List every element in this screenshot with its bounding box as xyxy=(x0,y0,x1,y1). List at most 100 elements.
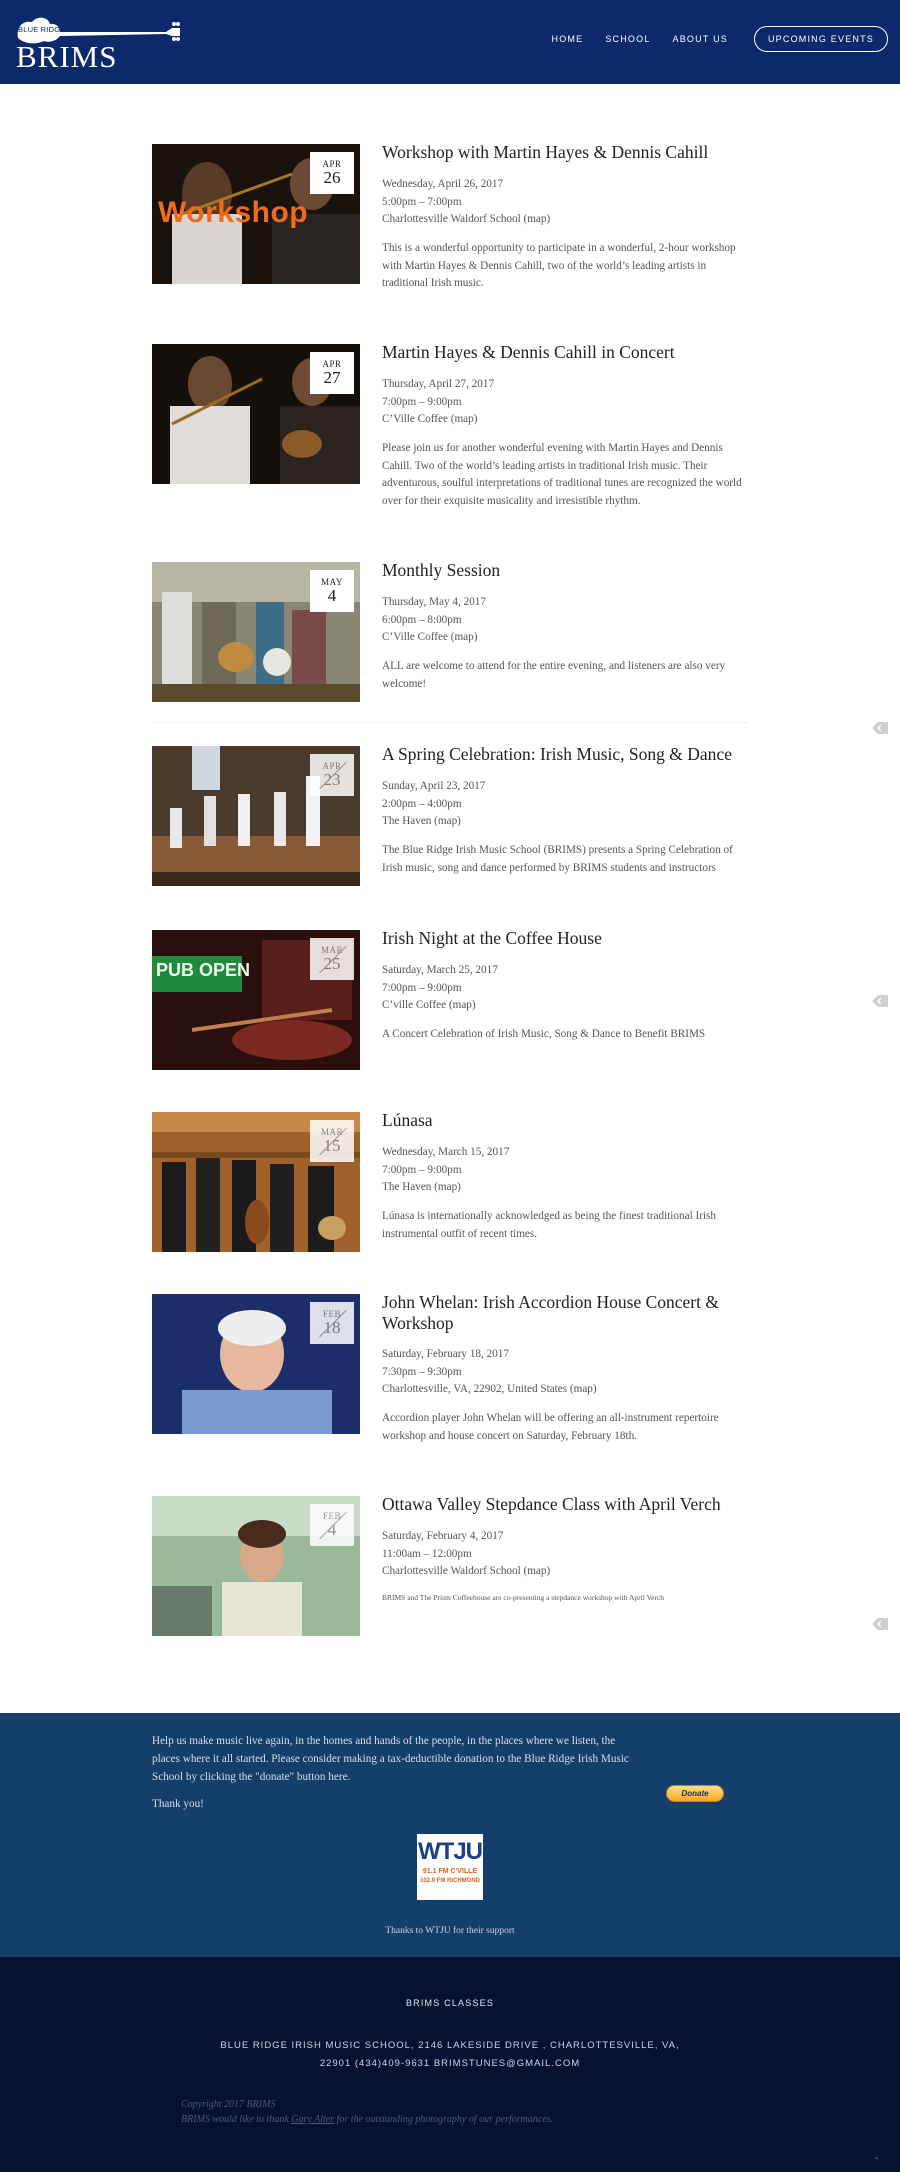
event-day: 15 xyxy=(323,1136,341,1155)
wtju-thanks: Thanks to WTJU for their support xyxy=(385,1926,515,1936)
nav-school[interactable]: SCHOOL xyxy=(605,34,650,44)
event-image[interactable]: APR 27 xyxy=(152,344,360,484)
event-venue[interactable]: C’Ville Coffee (map) xyxy=(382,411,742,429)
event-venue[interactable]: Charlottesville, VA, 22902, United State… xyxy=(382,1381,742,1399)
event-date-badge: APR 23 xyxy=(310,754,354,796)
event-date: Wednesday, March 15, 2017 xyxy=(382,1146,510,1158)
event-image[interactable]: MAY 4 xyxy=(152,562,360,702)
event-venue[interactable]: C’Ville Coffee (map) xyxy=(382,629,742,647)
event-description: This is a wonderful opportunity to parti… xyxy=(382,242,736,289)
event-time: 11:00am – 12:00pm xyxy=(382,1547,472,1560)
credit-prefix: BRIMS would like to thank xyxy=(181,2114,292,2125)
event-day: 26 xyxy=(323,168,341,187)
event-image[interactable]: Workshop APR 26 xyxy=(152,144,360,284)
divider xyxy=(152,722,748,723)
event-date-badge: FEB 4 xyxy=(310,1504,354,1546)
event-title[interactable]: Ottawa Valley Stepdance Class with April… xyxy=(382,1494,742,1515)
event-day: 23 xyxy=(323,770,341,789)
event-venue[interactable]: The Haven (map) xyxy=(382,813,742,831)
event-date: Wednesday, April 26, 2017 xyxy=(382,178,504,190)
event-description: A Concert Celebration of Irish Music, So… xyxy=(382,1028,706,1040)
credit-suffix: for the outstanding photography of our p… xyxy=(334,2114,554,2125)
workshop-overlay: Workshop xyxy=(158,196,309,229)
event-title[interactable]: John Whelan: Irish Accordion House Conce… xyxy=(382,1292,742,1334)
event-image[interactable]: MAR 15 xyxy=(152,1112,360,1252)
event-venue[interactable]: The Haven (map) xyxy=(382,1179,742,1197)
event-day: 4 xyxy=(327,1520,337,1539)
event-time: 7:00pm – 9:00pm xyxy=(382,981,462,994)
event-title[interactable]: Lúnasa xyxy=(382,1110,742,1131)
photo-credit: BRIMS would like to thank Gary Alter for… xyxy=(181,2112,553,2127)
event-time: 7:00pm – 9:00pm xyxy=(382,1163,462,1176)
event-day: 25 xyxy=(323,954,341,973)
event-meta: Saturday, March 25, 2017 7:00pm – 9:00pm… xyxy=(382,962,742,1015)
event-date-badge: APR 27 xyxy=(310,352,354,394)
event-day: 27 xyxy=(323,368,341,387)
event-title[interactable]: Workshop with Martin Hayes & Dennis Cahi… xyxy=(382,142,742,163)
event-title[interactable]: Irish Night at the Coffee House xyxy=(382,928,742,949)
event-title[interactable]: Monthly Session xyxy=(382,560,742,581)
site-header: BLUE RIDGE IRISH MUSIC SCHOOL BRIMS HOME… xyxy=(0,0,900,84)
event-venue[interactable]: Charlottesville Waldorf School (map) xyxy=(382,211,742,229)
event-image[interactable]: PUB OPEN MAR 25 xyxy=(152,930,360,1070)
event-date-badge: MAR 25 xyxy=(310,938,354,980)
event-date: Saturday, March 25, 2017 xyxy=(382,964,498,976)
event-meta: Wednesday, April 26, 2017 5:00pm – 7:00p… xyxy=(382,176,742,229)
donate-thanks: Thank you! xyxy=(152,1798,204,1810)
photographer-link[interactable]: Gary Alter xyxy=(291,2114,334,2125)
event-date-badge: MAR 15 xyxy=(310,1120,354,1162)
copyright-text: Copyright 2017 BRIMS xyxy=(181,2099,276,2110)
logo-subtitle: BLUE RIDGE IRISH MUSIC SCHOOL xyxy=(18,25,152,34)
event-meta: Thursday, May 4, 2017 6:00pm – 8:00pm C’… xyxy=(382,594,742,647)
brims-logo[interactable]: BLUE RIDGE IRISH MUSIC SCHOOL BRIMS xyxy=(16,14,180,72)
wtju-freq-2: 102.9 FM RICHMOND xyxy=(419,1878,480,1884)
event-date: Sunday, April 23, 2017 xyxy=(382,780,486,792)
event-date: Saturday, February 4, 2017 xyxy=(382,1530,504,1542)
footer-copyright: Copyright 2017 BRIMS BRIMS would like to… xyxy=(181,2097,553,2127)
event-description: BRIMS and The Prism Coffeehouse are co-p… xyxy=(382,1593,665,1602)
event-time: 5:00pm – 7:00pm xyxy=(382,195,462,208)
event-meta: Saturday, February 4, 2017 11:00am – 12:… xyxy=(382,1528,742,1581)
event-date: Saturday, February 18, 2017 xyxy=(382,1348,509,1360)
side-arrow-icon[interactable] xyxy=(872,722,888,734)
donate-button[interactable]: Donate xyxy=(666,1785,724,1802)
main-nav: HOME SCHOOL ABOUT US UPCOMING EVENTS xyxy=(552,26,888,52)
event-description: The Blue Ridge Irish Music School (BRIMS… xyxy=(382,844,733,874)
event-date: Thursday, May 4, 2017 xyxy=(382,596,486,608)
event-meta: Sunday, April 23, 2017 2:00pm – 4:00pm T… xyxy=(382,778,742,831)
logo-wordmark: BRIMS xyxy=(16,39,118,74)
event-description: Lúnasa is internationally acknowledged a… xyxy=(382,1210,716,1240)
event-title[interactable]: A Spring Celebration: Irish Music, Song … xyxy=(382,744,742,765)
event-meta: Saturday, February 18, 2017 7:30pm – 9:3… xyxy=(382,1346,742,1399)
event-image[interactable]: FEB 18 xyxy=(152,1294,360,1434)
footer-address-line-2: 22901 (434)409-9631 BRIMSTUNES@GMAIL.COM xyxy=(319,2058,581,2069)
event-venue[interactable]: C’ville Coffee (map) xyxy=(382,997,742,1015)
event-time: 7:30pm – 9:30pm xyxy=(382,1365,462,1378)
event-time: 2:00pm – 4:00pm xyxy=(382,797,462,810)
event-time: 6:00pm – 8:00pm xyxy=(382,613,462,626)
nav-home[interactable]: HOME xyxy=(552,34,584,44)
event-date-badge: APR 26 xyxy=(310,152,354,194)
side-arrow-icon[interactable] xyxy=(872,995,888,1007)
nav-about-us[interactable]: ABOUT US xyxy=(673,34,728,44)
wtju-freq-1: 91.1 FM C'VILLE xyxy=(422,1868,478,1875)
side-arrow-icon[interactable] xyxy=(872,1618,888,1630)
event-date: Thursday, April 27, 2017 xyxy=(382,378,495,390)
pub-open-sign: PUB OPEN xyxy=(156,960,251,980)
wtju-wordmark: WTJU xyxy=(418,1838,483,1865)
event-date-badge: MAY 4 xyxy=(310,570,354,612)
donate-section: Help us make music live again, in the ho… xyxy=(0,1713,900,1957)
event-description: Accordion player John Whelan will be off… xyxy=(382,1412,719,1442)
event-venue[interactable]: Charlottesville Waldorf School (map) xyxy=(382,1563,742,1581)
upcoming-events-button[interactable]: UPCOMING EVENTS xyxy=(753,26,888,52)
site-footer: BRIMS CLASSES BLUE RIDGE IRISH MUSIC SCH… xyxy=(0,1957,900,2172)
footer-classes-link[interactable]: BRIMS CLASSES xyxy=(0,1998,900,2008)
event-description: Please join us for another wonderful eve… xyxy=(382,442,742,507)
event-description: ALL are welcome to attend for the entire… xyxy=(382,660,726,690)
event-image[interactable]: FEB 4 xyxy=(152,1496,360,1636)
event-title[interactable]: Martin Hayes & Dennis Cahill in Concert xyxy=(382,342,742,363)
wtju-logo[interactable]: WTJU 91.1 FM C'VILLE 102.9 FM RICHMOND xyxy=(417,1834,483,1900)
event-time: 7:00pm – 9:00pm xyxy=(382,395,462,408)
event-image[interactable]: APR 23 xyxy=(152,746,360,886)
event-day: 18 xyxy=(323,1318,341,1337)
